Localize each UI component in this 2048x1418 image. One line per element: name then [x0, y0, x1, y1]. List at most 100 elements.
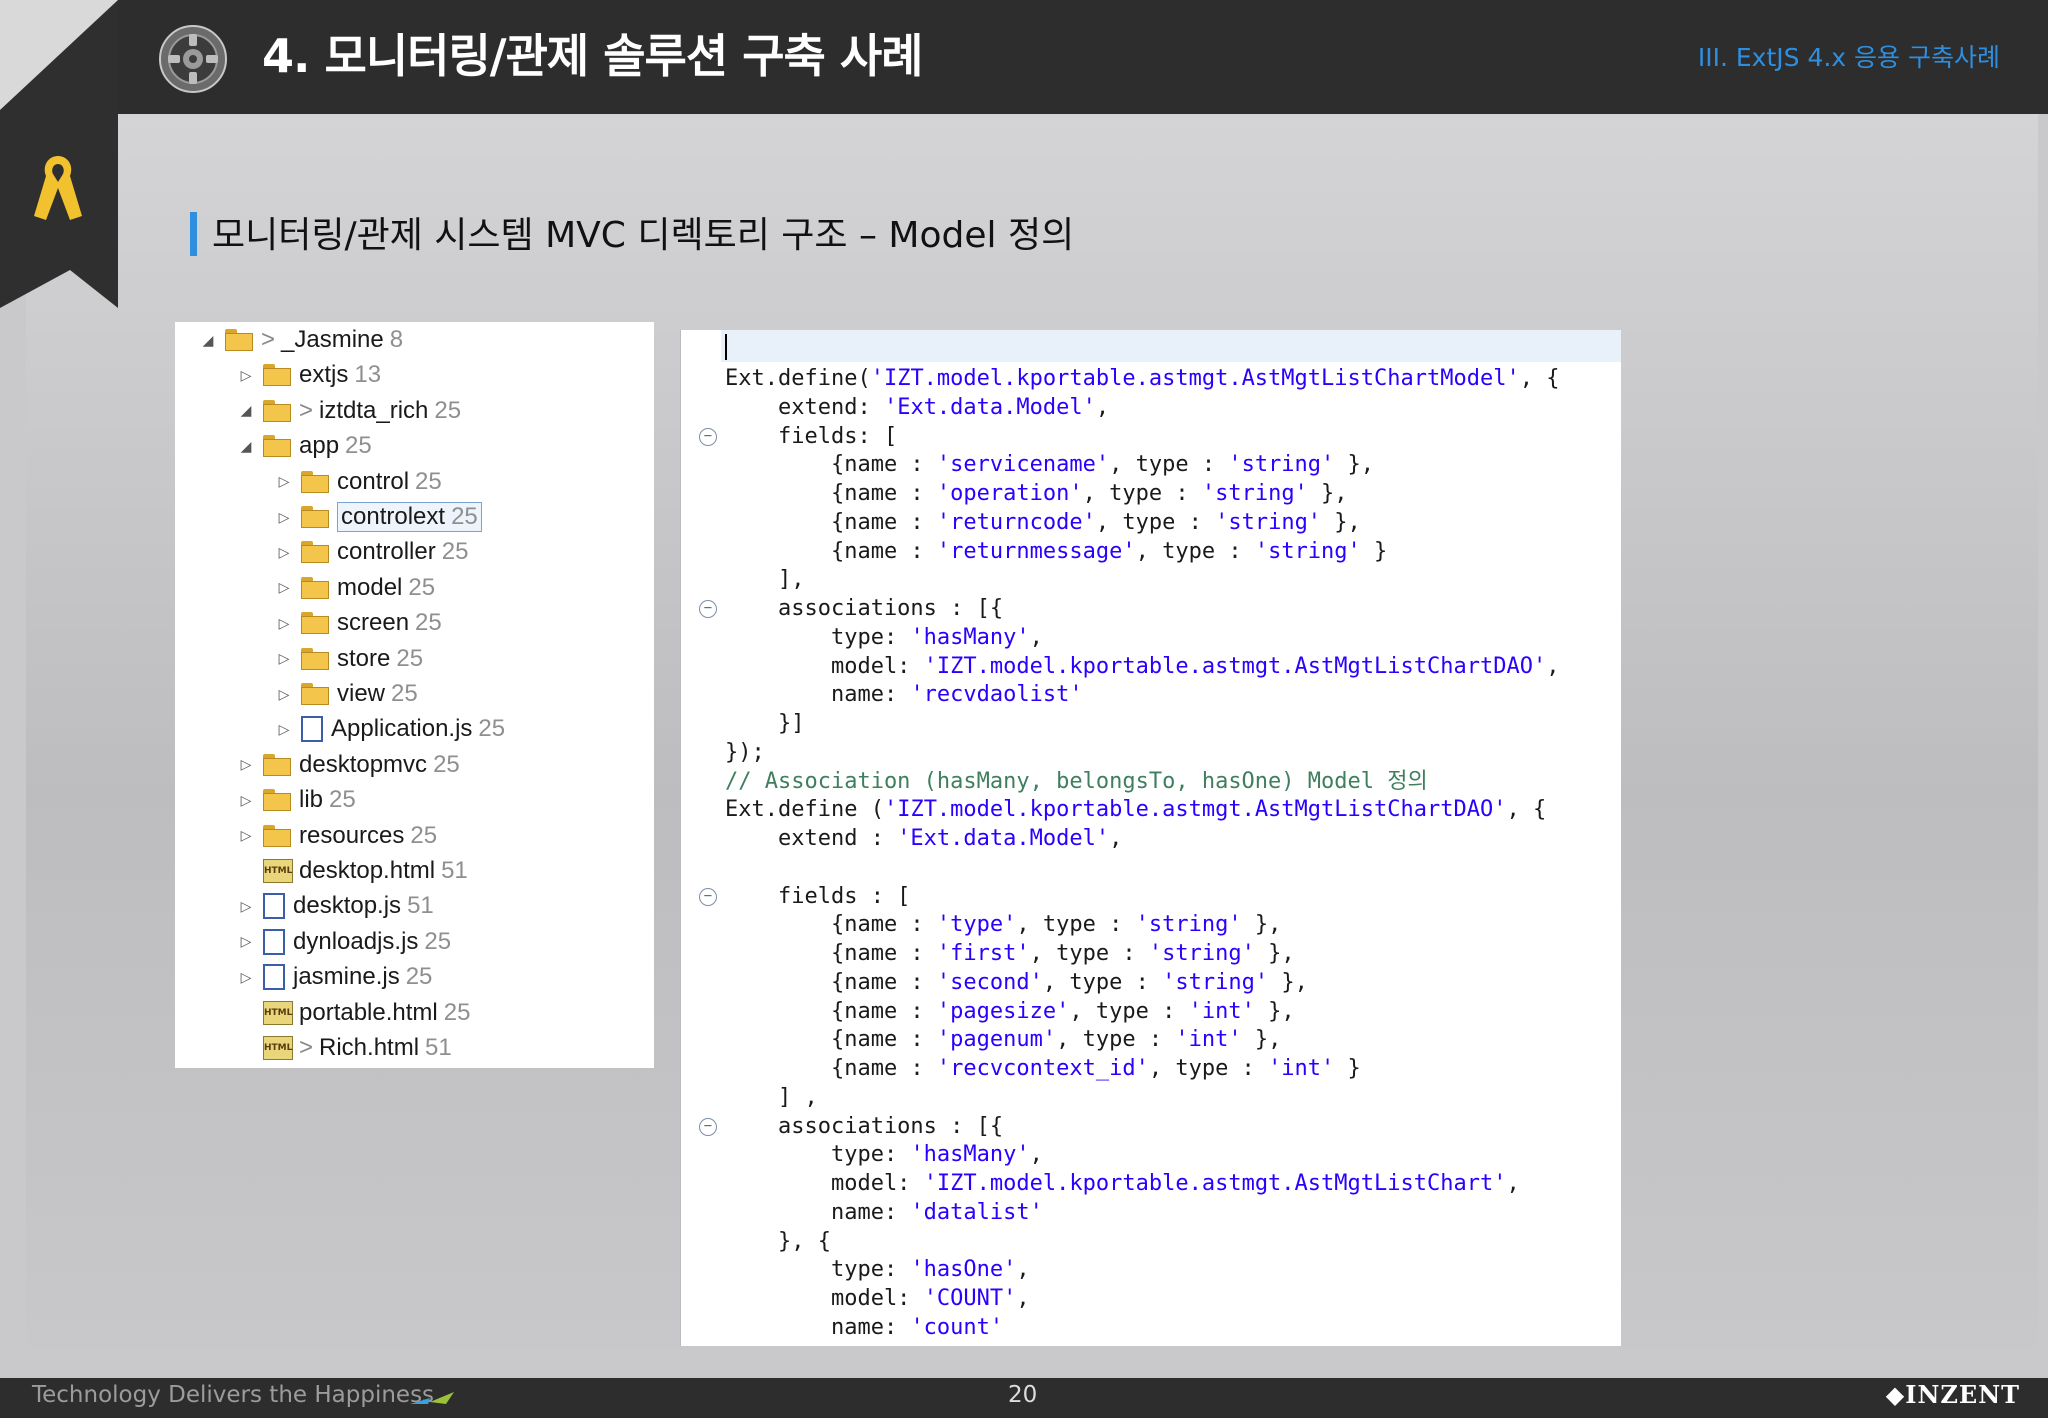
html-file-icon: HTML — [263, 1000, 293, 1025]
tree-item[interactable]: ▷ control 25 — [275, 465, 442, 499]
collapsed-arrow-icon[interactable]: ▷ — [237, 827, 255, 844]
collapsed-arrow-icon[interactable]: ▷ — [275, 721, 293, 738]
tree-item[interactable]: HTML portable.html 25 — [237, 996, 470, 1030]
code-token: , — [1016, 1257, 1030, 1283]
collapsed-arrow-icon[interactable]: ▷ — [275, 509, 293, 526]
folder-icon — [301, 506, 329, 528]
tree-item-label: portable.html 25 — [299, 999, 470, 1027]
dirty-marker: > — [299, 396, 314, 424]
string-literal: 'pagesize' — [936, 998, 1070, 1024]
expanded-arrow-icon[interactable]: ◢ — [199, 332, 217, 349]
js-file-icon — [263, 893, 285, 920]
tree-item[interactable]: ▷ desktopmvc 25 — [237, 748, 460, 782]
tree-item[interactable]: ▷ view 25 — [275, 677, 418, 711]
code-token: name: — [725, 1199, 911, 1225]
string-literal: 'string' — [1228, 452, 1335, 478]
tree-item[interactable]: ▷ dynloadjs.js 25 — [237, 925, 451, 959]
tree-item-name: Application.js — [331, 715, 473, 743]
code-token: name: — [725, 1314, 911, 1340]
tree-item[interactable]: ◢ app 25 — [237, 429, 372, 463]
code-token: , — [1546, 653, 1560, 679]
collapsed-arrow-icon[interactable]: ▷ — [275, 686, 293, 703]
tree-item[interactable]: ▷ desktop.js 51 — [237, 889, 434, 923]
tree-item-label: > iztdta_rich 25 — [299, 397, 461, 425]
fold-toggle-icon[interactable]: − — [699, 887, 717, 906]
string-literal: 'datalist' — [910, 1199, 1043, 1225]
code-line: {name : 'servicename', type : 'string' }… — [725, 450, 1374, 479]
collapsed-arrow-icon[interactable]: ▷ — [237, 792, 255, 809]
tree-item-name: store — [337, 644, 391, 672]
code-token: , type : — [1148, 1056, 1269, 1081]
collapsed-arrow-icon[interactable]: ▷ — [237, 969, 255, 986]
tree-item[interactable]: ▷ extjs 13 — [237, 358, 381, 392]
collapsed-arrow-icon[interactable]: ▷ — [275, 473, 293, 490]
collapsed-arrow-icon[interactable]: ▷ — [275, 579, 293, 596]
tree-item[interactable]: ▷ Application.js 25 — [275, 712, 505, 746]
fold-toggle-icon[interactable]: − — [699, 600, 717, 618]
code-editor[interactable]: Ext.define('IZT.model.kportable.astmgt.A… — [680, 330, 1621, 1346]
tree-item-name: Rich.html — [319, 1034, 420, 1061]
tree-item-name: _Jasmine — [281, 326, 384, 353]
revision-number: 13 — [354, 361, 382, 389]
gear-logo-icon — [159, 25, 227, 93]
code-line: // Association (hasMany, belongsTo, hasO… — [725, 767, 1428, 796]
string-literal: 'IZT.model.kportable.astmgt.AstMgtListCh… — [923, 1171, 1507, 1196]
code-line: model: 'IZT.model.kportable.astmgt.AstMg… — [725, 1169, 1520, 1198]
revision-number: 25 — [329, 786, 356, 814]
code-line: model: 'COUNT', — [725, 1284, 1030, 1313]
code-token: ], — [725, 567, 805, 593]
collapsed-arrow-icon[interactable]: ▷ — [237, 898, 255, 915]
tree-item[interactable]: ▷ controlext 25 — [275, 500, 482, 534]
tree-item-name: dynloadjs.js — [293, 927, 419, 955]
code-comment: // Association (hasMany, belongsTo, hasO… — [725, 768, 1428, 794]
tree-item[interactable]: ▷ store 25 — [275, 642, 423, 676]
tree-item-label: desktop.html 51 — [299, 857, 468, 885]
collapsed-arrow-icon[interactable]: ▷ — [275, 615, 293, 632]
tree-item-name: lib — [299, 786, 324, 814]
tree-item-name: resources — [299, 821, 405, 849]
tree-item-label: resources 25 — [299, 822, 437, 850]
tree-item[interactable]: ▷ controller 25 — [275, 535, 469, 569]
expanded-arrow-icon[interactable]: ◢ — [237, 438, 255, 455]
tree-item[interactable]: ▷ model 25 — [275, 571, 435, 605]
folder-icon — [301, 612, 329, 635]
revision-number: 25 — [441, 538, 469, 566]
collapsed-arrow-icon[interactable]: ▷ — [237, 367, 255, 384]
string-literal: 'returnmessage' — [936, 538, 1136, 564]
collapsed-arrow-icon[interactable]: ▷ — [237, 756, 255, 773]
collapsed-arrow-icon[interactable]: ▷ — [275, 544, 293, 561]
expanded-arrow-icon[interactable]: ◢ — [237, 402, 255, 419]
tree-item[interactable]: ▷ lib 25 — [237, 783, 356, 817]
code-line: name: 'recvdaolist' — [725, 680, 1083, 709]
revision-number: 51 — [441, 857, 468, 884]
tree-item-label: controller 25 — [337, 538, 468, 566]
tree-item[interactable]: HTML desktop.html 51 — [237, 854, 468, 888]
tree-item[interactable]: ▷ resources 25 — [237, 819, 437, 853]
collapsed-arrow-icon[interactable]: ▷ — [275, 650, 293, 667]
fold-toggle-icon[interactable]: − — [699, 1117, 717, 1136]
folder-icon — [225, 329, 253, 351]
tree-item[interactable]: ◢ > iztdta_rich 25 — [237, 394, 462, 428]
code-line: }] — [725, 709, 805, 738]
code-token: }, — [1254, 941, 1295, 966]
code-token: , — [1029, 1142, 1043, 1168]
revision-number: 25 — [405, 963, 433, 991]
collapsed-arrow-icon[interactable]: ▷ — [237, 933, 255, 950]
code-line: {name : 'second', type : 'string' }, — [725, 968, 1308, 997]
code-token: }, — [1241, 1027, 1282, 1053]
tree-item[interactable]: ▷ screen 25 — [275, 606, 442, 640]
folder-icon — [301, 541, 329, 564]
string-literal: 'string' — [1162, 969, 1269, 995]
tree-item-label: control 25 — [337, 468, 442, 496]
tree-item[interactable]: ▷ jasmine.js 25 — [237, 960, 432, 994]
tree-item[interactable]: ◢ > _Jasmine 8 — [199, 323, 403, 357]
string-literal: 'pagenum' — [936, 1027, 1057, 1053]
tree-item[interactable]: HTML > Rich.html 51 — [237, 1031, 452, 1065]
string-literal: 'recvdaolist' — [910, 682, 1083, 708]
code-token: , — [1506, 1171, 1520, 1196]
string-literal: 'string' — [1201, 481, 1308, 506]
fold-toggle-icon[interactable]: − — [699, 427, 717, 446]
code-token: {name : — [725, 1056, 937, 1081]
folder-icon — [301, 576, 329, 599]
code-token: , type : — [1029, 941, 1149, 966]
